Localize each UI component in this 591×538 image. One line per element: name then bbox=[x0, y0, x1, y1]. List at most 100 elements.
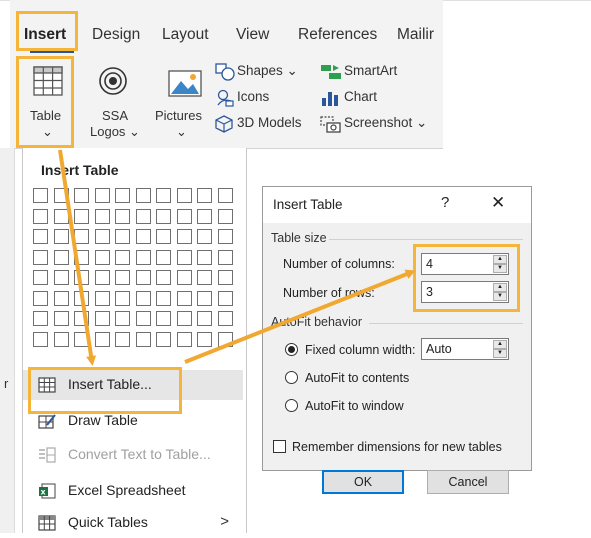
grid-cell[interactable] bbox=[135, 229, 151, 244]
grid-cell[interactable] bbox=[156, 249, 171, 265]
grid-cell[interactable] bbox=[53, 208, 69, 224]
grid-cell[interactable] bbox=[217, 311, 233, 326]
grid-cell[interactable] bbox=[74, 270, 89, 285]
grid-cell[interactable] bbox=[135, 249, 151, 265]
grid-cell[interactable] bbox=[176, 229, 192, 244]
grid-cell[interactable] bbox=[135, 270, 151, 285]
grid-cell[interactable] bbox=[135, 290, 151, 306]
grid-cell[interactable] bbox=[176, 270, 192, 285]
grid-cell[interactable] bbox=[53, 229, 69, 244]
grid-cell[interactable] bbox=[33, 188, 48, 203]
chart-button[interactable]: Chart bbox=[320, 88, 400, 110]
fixed-width-spinner[interactable]: Auto ▲ ▼ bbox=[421, 338, 509, 360]
grid-cell[interactable] bbox=[156, 208, 171, 224]
close-icon[interactable]: ✕ bbox=[491, 193, 505, 213]
grid-cell[interactable] bbox=[197, 208, 212, 224]
grid-cell[interactable] bbox=[176, 290, 192, 306]
grid-cell[interactable] bbox=[53, 311, 69, 326]
shapes-button[interactable]: Shapes ⌄ bbox=[215, 62, 325, 84]
grid-cell[interactable] bbox=[197, 311, 212, 326]
grid-cell[interactable] bbox=[176, 208, 192, 224]
grid-cell[interactable] bbox=[115, 311, 130, 326]
tab-view[interactable]: View bbox=[236, 26, 269, 44]
grid-cell[interactable] bbox=[33, 249, 48, 265]
grid-cell[interactable] bbox=[94, 270, 110, 285]
grid-cell[interactable] bbox=[217, 208, 233, 224]
grid-cell[interactable] bbox=[115, 249, 130, 265]
grid-cell[interactable] bbox=[217, 331, 233, 347]
remember-dimensions-checkbox[interactable] bbox=[273, 440, 286, 453]
quick-tables-menu-item[interactable]: Quick Tables > bbox=[23, 508, 243, 538]
grid-cell[interactable] bbox=[217, 229, 233, 244]
grid-cell[interactable] bbox=[94, 311, 110, 326]
grid-cell[interactable] bbox=[53, 331, 69, 347]
grid-cell[interactable] bbox=[135, 311, 151, 326]
grid-cell[interactable] bbox=[115, 270, 130, 285]
grid-cell[interactable] bbox=[115, 188, 130, 203]
grid-cell[interactable] bbox=[135, 208, 151, 224]
grid-cell[interactable] bbox=[176, 311, 192, 326]
fixed-width-radio[interactable] bbox=[285, 343, 298, 356]
grid-cell[interactable] bbox=[94, 249, 110, 265]
grid-cell[interactable] bbox=[74, 188, 89, 203]
grid-cell[interactable] bbox=[74, 311, 89, 326]
grid-cell[interactable] bbox=[176, 249, 192, 265]
grid-cell[interactable] bbox=[94, 229, 110, 244]
grid-cell[interactable] bbox=[217, 249, 233, 265]
smartart-button[interactable]: SmartArt bbox=[320, 62, 430, 84]
ssa-logos-button[interactable]: SSA Logos ⌄ bbox=[84, 62, 140, 144]
grid-cell[interactable] bbox=[94, 188, 110, 203]
grid-cell[interactable] bbox=[156, 229, 171, 244]
grid-cell[interactable] bbox=[33, 331, 48, 347]
grid-cell[interactable] bbox=[94, 208, 110, 224]
3d-models-button[interactable]: 3D Models bbox=[215, 114, 335, 136]
icons-button[interactable]: Icons bbox=[215, 88, 325, 110]
grid-cell[interactable] bbox=[197, 331, 212, 347]
screenshot-button[interactable]: Screenshot ⌄ bbox=[320, 114, 440, 136]
grid-cell[interactable] bbox=[197, 290, 212, 306]
grid-cell[interactable] bbox=[53, 188, 69, 203]
grid-cell[interactable] bbox=[33, 229, 48, 244]
autofit-contents-radio[interactable] bbox=[285, 371, 298, 384]
grid-cell[interactable] bbox=[53, 249, 69, 265]
grid-cell[interactable] bbox=[33, 311, 48, 326]
help-button[interactable]: ? bbox=[441, 194, 449, 211]
spin-down-icon[interactable]: ▼ bbox=[493, 349, 507, 358]
tab-design[interactable]: Design bbox=[92, 26, 140, 44]
grid-cell[interactable] bbox=[217, 290, 233, 306]
grid-cell[interactable] bbox=[115, 229, 130, 244]
convert-text-menu-item[interactable]: Convert Text to Table... bbox=[23, 440, 243, 470]
grid-cell[interactable] bbox=[156, 290, 171, 306]
grid-cell[interactable] bbox=[176, 188, 192, 203]
excel-spreadsheet-menu-item[interactable]: x Excel Spreadsheet bbox=[23, 476, 243, 506]
grid-cell[interactable] bbox=[94, 290, 110, 306]
grid-cell[interactable] bbox=[74, 229, 89, 244]
grid-cell[interactable] bbox=[115, 331, 130, 347]
grid-cell[interactable] bbox=[74, 208, 89, 224]
grid-cell[interactable] bbox=[156, 188, 171, 203]
grid-cell[interactable] bbox=[217, 270, 233, 285]
tab-mailings[interactable]: Mailir bbox=[397, 26, 434, 44]
grid-cell[interactable] bbox=[94, 331, 110, 347]
grid-cell[interactable] bbox=[74, 290, 89, 306]
grid-cell[interactable] bbox=[53, 290, 69, 306]
spin-up-icon[interactable]: ▲ bbox=[493, 340, 507, 349]
grid-cell[interactable] bbox=[197, 249, 212, 265]
grid-cell[interactable] bbox=[33, 270, 48, 285]
grid-cell[interactable] bbox=[53, 270, 69, 285]
grid-cell[interactable] bbox=[197, 270, 212, 285]
grid-cell[interactable] bbox=[156, 270, 171, 285]
grid-cell[interactable] bbox=[217, 188, 233, 203]
tab-references[interactable]: References bbox=[298, 26, 377, 44]
grid-cell[interactable] bbox=[156, 311, 171, 326]
pictures-button[interactable]: Pictures ⌄ bbox=[154, 62, 212, 144]
grid-cell[interactable] bbox=[135, 188, 151, 203]
grid-cell[interactable] bbox=[197, 188, 212, 203]
autofit-window-radio[interactable] bbox=[285, 399, 298, 412]
grid-cell[interactable] bbox=[74, 249, 89, 265]
cancel-button[interactable]: Cancel bbox=[427, 470, 509, 494]
ok-button[interactable]: OK bbox=[322, 470, 404, 494]
grid-cell[interactable] bbox=[33, 290, 48, 306]
grid-cell[interactable] bbox=[33, 208, 48, 224]
grid-cell[interactable] bbox=[197, 229, 212, 244]
